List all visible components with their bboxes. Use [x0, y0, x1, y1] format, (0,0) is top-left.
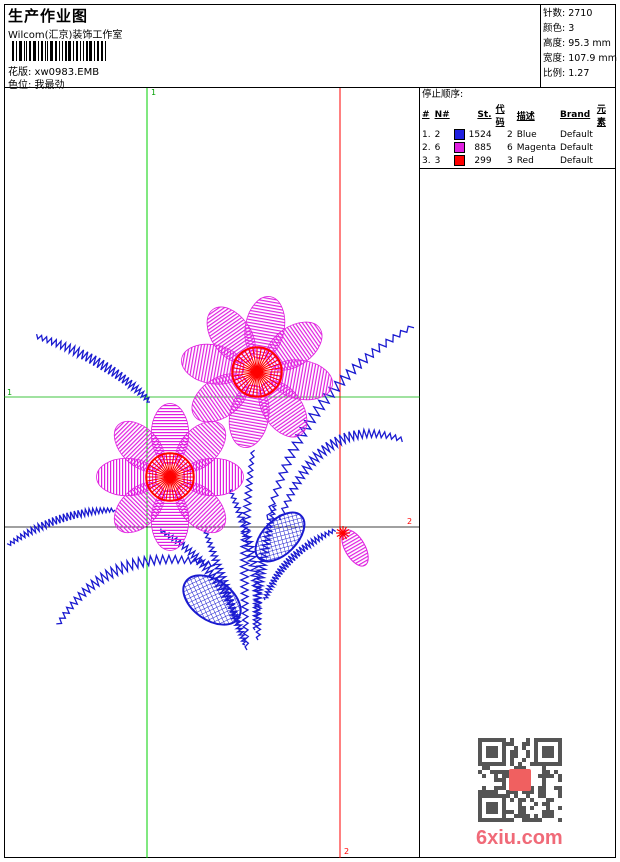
col-header-swatch — [452, 102, 467, 128]
brand: Default — [559, 142, 593, 153]
stitch-count: 299 — [474, 155, 492, 166]
design-height: 高度: 95.3 mm — [543, 38, 611, 49]
color-swatch — [452, 141, 467, 154]
embroidery-design — [4, 88, 420, 858]
color-swatch — [452, 154, 467, 167]
color-row: 2. 6 885 6 Magenta Default — [420, 141, 616, 154]
barcode — [12, 41, 134, 61]
col-header: 描述 — [516, 111, 535, 122]
page-title: 生产作业图 — [8, 7, 89, 25]
watermark-logo: 6xiu.com — [476, 827, 563, 849]
scale: 比例: 1.27 — [543, 68, 590, 79]
flower-center — [231, 346, 283, 398]
brand: Default — [559, 129, 593, 140]
stem — [35, 333, 151, 403]
needle-number: 3 — [434, 155, 441, 166]
color-row: 1. 2 1524 2 Blue Default — [420, 128, 616, 141]
color-description: Magenta — [516, 142, 556, 153]
row-index: 2. — [422, 142, 431, 153]
col-header: 元素 — [596, 105, 606, 128]
flower-center — [145, 452, 195, 502]
guide-label-h2: 2 — [407, 517, 413, 526]
color-code: 3 — [506, 155, 513, 166]
col-header: 代码 — [495, 105, 505, 128]
row-index: 1. — [422, 129, 431, 140]
stop-sequence-title: 停止顺序: — [422, 89, 464, 100]
color-row: 3. 3 299 3 Red Default — [420, 154, 616, 167]
qr-code — [478, 738, 562, 822]
brand: Default — [559, 155, 593, 166]
col-header: # — [422, 110, 430, 120]
design-canvas: 1 1 2 2 — [4, 88, 420, 858]
col-header: Brand — [559, 110, 591, 120]
row-index: 3. — [422, 155, 431, 166]
stats-panel: 针数: 2710 颜色: 3 高度: 95.3 mm 宽度: 107.9 mm … — [540, 4, 617, 88]
col-header: N# — [434, 110, 450, 120]
col-header: St. — [477, 110, 492, 120]
color-code: 2 — [506, 129, 513, 140]
stitch-count: 1524 — [468, 129, 492, 140]
needle-number: 6 — [434, 142, 441, 153]
guide-label-v2: 2 — [344, 847, 350, 856]
stitch-count: 885 — [474, 142, 492, 153]
color-description: Blue — [516, 129, 537, 140]
seal-stamp — [509, 769, 531, 791]
color-description: Red — [516, 155, 534, 166]
guide-label-h1: 1 — [7, 388, 13, 397]
flower — [96, 403, 244, 551]
leaf — [254, 511, 306, 563]
stop-sequence-panel: 停止顺序: # N# St. 代码 描述 Brand 元素 1. 2 1524 … — [420, 88, 616, 169]
design-width: 宽度: 107.9 mm — [543, 53, 617, 64]
color-count: 颜色: 3 — [543, 23, 575, 34]
studio-name: Wilcom(汇京)装饰工作室 — [8, 30, 123, 41]
color-swatch — [452, 128, 467, 141]
stitch-count: 针数: 2710 — [543, 8, 593, 19]
color-code: 6 — [506, 142, 513, 153]
needle-number: 2 — [434, 129, 441, 140]
header-info: 生产作业图 Wilcom(汇京)装饰工作室 花版: xw0983.EMB 色位:… — [4, 4, 541, 91]
color-table: # N# St. 代码 描述 Brand 元素 1. 2 1524 2 Blue… — [420, 102, 616, 167]
guide-label-v1: 1 — [151, 88, 157, 97]
